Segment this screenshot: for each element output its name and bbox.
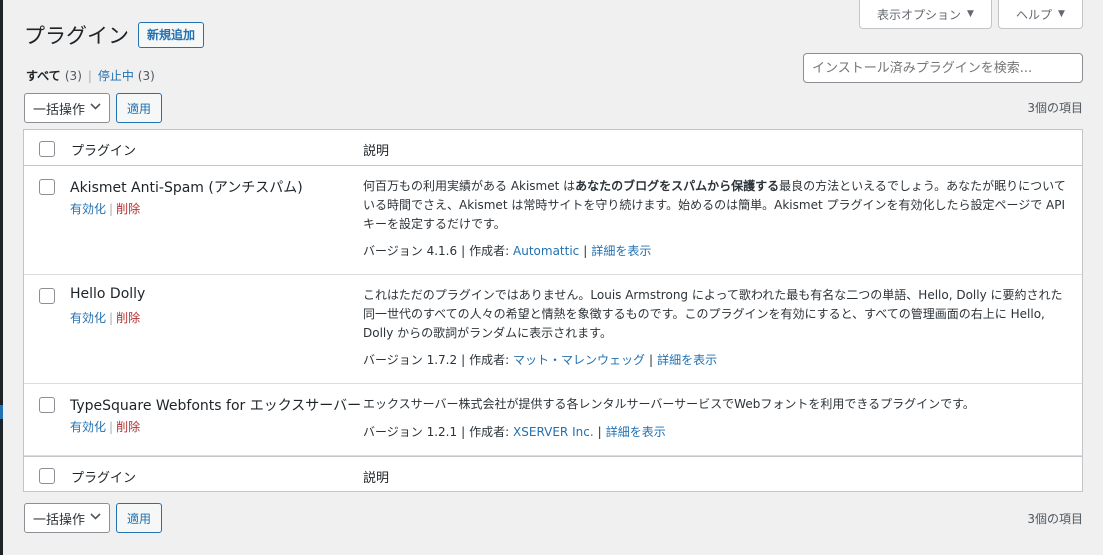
row-actions: 有効化 | 削除 <box>70 200 140 217</box>
chevron-down-icon <box>90 101 101 115</box>
column-description: 説明 <box>363 144 390 159</box>
author-link[interactable]: XSERVER Inc. <box>513 425 594 439</box>
plugin-name: TypeSquare Webfonts for エックスサーバー <box>70 398 362 414</box>
plugins-table: プラグイン 説明 Akismet Anti-Spam (アンチスパム) 有効化 |… <box>23 129 1083 492</box>
details-link[interactable]: 詳細を表示 <box>606 425 666 439</box>
activate-link[interactable]: 有効化 <box>70 202 106 216</box>
caret-down-icon: ▼ <box>1058 9 1065 19</box>
delete-link[interactable]: 削除 <box>116 420 140 434</box>
action-separator: | <box>109 311 114 325</box>
plugin-description: 何百万もの利用実績がある Akismet はあなたのブログをスパムから保護する最… <box>363 179 1066 231</box>
table-header-row: プラグイン 説明 <box>24 130 1082 166</box>
table-row: Akismet Anti-Spam (アンチスパム) 有効化 | 削除 何百万もの利… <box>24 166 1082 275</box>
screen-options-button[interactable]: 表示オプション ▼ <box>859 0 992 29</box>
plugin-meta: バージョン 1.2.1 | 作成者: XSERVER Inc. | 詳細を表示 <box>363 425 666 439</box>
table-row: TypeSquare Webfonts for エックスサーバー 有効化 | 削除 … <box>24 384 1082 456</box>
active-menu-marker <box>0 405 3 419</box>
delete-link[interactable]: 削除 <box>116 311 140 325</box>
column-description-footer: 説明 <box>363 471 390 486</box>
activate-link[interactable]: 有効化 <box>70 311 106 325</box>
admin-sidebar-edge <box>0 0 3 555</box>
bulk-actions-label: 一括操作 <box>33 512 86 528</box>
filter-separator: | <box>87 69 92 83</box>
row-actions: 有効化 | 削除 <box>70 418 140 435</box>
row-actions: 有効化 | 削除 <box>70 309 140 326</box>
column-plugin: プラグイン <box>71 144 137 159</box>
plugin-name: Akismet Anti-Spam (アンチスパム) <box>70 180 303 196</box>
details-link[interactable]: 詳細を表示 <box>591 244 651 258</box>
status-filters: すべて (3) | 停止中 (3) <box>26 67 155 84</box>
author-link[interactable]: マット・マレンウェッグ <box>513 353 645 367</box>
help-button[interactable]: ヘルプ ▼ <box>998 0 1083 29</box>
bulk-actions-label: 一括操作 <box>33 102 86 118</box>
add-new-button[interactable]: 新規追加 <box>138 22 205 48</box>
screen-options-label: 表示オプション <box>877 7 962 22</box>
filter-inactive[interactable]: 停止中 <box>98 69 134 83</box>
filter-inactive-count: (3) <box>137 69 155 83</box>
help-label: ヘルプ <box>1016 7 1053 22</box>
items-count-top: 3個の項目 <box>1027 101 1083 115</box>
details-link[interactable]: 詳細を表示 <box>657 353 717 367</box>
plugin-description: これはただのプラグインではありません。Louis Armstrong によって歌… <box>363 288 1063 340</box>
author-link[interactable]: Automattic <box>513 244 579 258</box>
action-separator: | <box>109 202 114 216</box>
table-row: Hello Dolly 有効化 | 削除 これはただのプラグインではありません。Lo… <box>24 275 1082 384</box>
activate-link[interactable]: 有効化 <box>70 420 106 434</box>
apply-button-bottom[interactable]: 適用 <box>116 503 162 533</box>
delete-link[interactable]: 削除 <box>116 202 140 216</box>
chevron-down-icon <box>90 511 101 525</box>
items-count-bottom: 3個の項目 <box>1027 512 1083 526</box>
plugin-description: エックスサーバー株式会社が提供する各レンタルサーバーサービスでWebフォントを利… <box>363 397 975 411</box>
select-all-checkbox[interactable] <box>39 141 55 157</box>
filter-all[interactable]: すべて (3) <box>26 69 82 83</box>
plugin-name: Hello Dolly <box>70 286 146 302</box>
apply-button-top[interactable]: 適用 <box>116 93 162 123</box>
caret-down-icon: ▼ <box>967 9 974 19</box>
row-checkbox[interactable] <box>39 179 55 195</box>
page-title: プラグイン <box>24 24 129 48</box>
plugin-meta: バージョン 4.1.6 | 作成者: Automattic | 詳細を表示 <box>363 244 652 258</box>
plugin-meta: バージョン 1.7.2 | 作成者: マット・マレンウェッグ | 詳細を表示 <box>363 353 718 367</box>
column-plugin-footer: プラグイン <box>71 471 137 486</box>
action-separator: | <box>109 420 114 434</box>
bulk-actions-select-bottom[interactable]: 一括操作 <box>24 503 110 533</box>
bulk-actions-select-top[interactable]: 一括操作 <box>24 93 110 123</box>
row-checkbox[interactable] <box>39 397 55 413</box>
row-checkbox[interactable] <box>39 288 55 304</box>
search-input[interactable] <box>803 53 1083 83</box>
select-all-checkbox-footer[interactable] <box>39 468 55 484</box>
table-footer-row: プラグイン 説明 <box>24 456 1082 491</box>
